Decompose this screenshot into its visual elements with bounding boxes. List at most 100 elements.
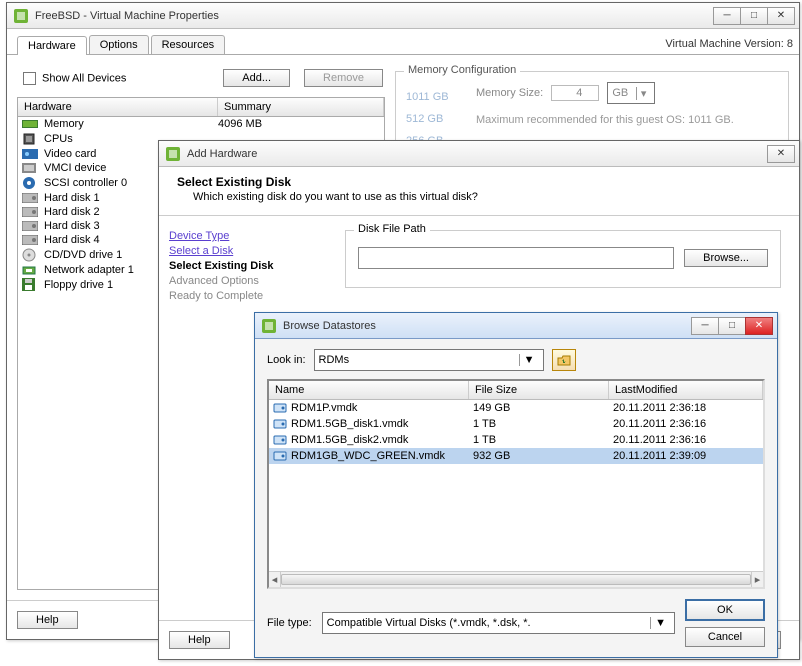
vmdk-file-icon: [273, 450, 291, 462]
filetype-label: File type:: [267, 617, 312, 629]
col-hardware[interactable]: Hardware: [18, 98, 218, 116]
browse-datastores-window: Browse Datastores ─ □ ✕ Look in: RDMs ▼ …: [254, 312, 778, 658]
hw-name: Memory: [42, 118, 218, 130]
folder-up-button[interactable]: [552, 349, 576, 371]
window-title: Add Hardware: [187, 148, 768, 160]
filetype-combo[interactable]: Compatible Virtual Disks (*.vmdk, *.dsk,…: [322, 612, 675, 634]
close-button[interactable]: ✕: [745, 317, 773, 335]
browse-button[interactable]: Browse...: [684, 249, 768, 267]
cancel-button[interactable]: Cancel: [685, 627, 765, 647]
vmdk-file-icon: [273, 402, 291, 414]
scroll-right-icon[interactable]: ▸: [751, 572, 763, 587]
vmdk-file-icon: [273, 434, 291, 446]
file-list: Name File Size LastModified RDM1P.vmdk14…: [267, 379, 765, 589]
memory-size-input[interactable]: 4: [551, 85, 599, 101]
unit-label: GB: [612, 87, 628, 99]
window-title: FreeBSD - Virtual Machine Properties: [35, 10, 714, 22]
file-name: RDM1P.vmdk: [291, 402, 473, 414]
tab-resources[interactable]: Resources: [151, 35, 226, 54]
lookin-label: Look in:: [267, 354, 306, 366]
lookin-value: RDMs: [319, 354, 350, 366]
show-all-devices-checkbox[interactable]: Show All Devices: [23, 72, 126, 85]
file-modified: 20.11.2011 2:39:09: [613, 450, 759, 462]
mem-scale-tick: 512 GB: [406, 108, 449, 130]
maximize-button[interactable]: □: [718, 317, 746, 335]
cd-icon: [22, 248, 42, 262]
help-button[interactable]: Help: [169, 631, 230, 649]
floppy-icon: [22, 278, 42, 291]
file-modified: 20.11.2011 2:36:18: [613, 402, 759, 414]
minimize-button[interactable]: ─: [691, 317, 719, 335]
titlebar[interactable]: Add Hardware ✕: [159, 141, 799, 167]
memory-size-label: Memory Size:: [476, 87, 543, 99]
add-button[interactable]: Add...: [223, 69, 290, 87]
disk-icon: [22, 221, 42, 231]
wizard-heading: Select Existing Disk: [177, 175, 781, 189]
wizard-step: Ready to Complete: [169, 290, 317, 302]
vsphere-icon: [165, 146, 181, 162]
col-size[interactable]: File Size: [469, 381, 609, 399]
file-name: RDM1.5GB_disk2.vmdk: [291, 434, 473, 446]
mem-icon: [22, 118, 42, 130]
cpu-icon: [22, 132, 42, 146]
tab-options[interactable]: Options: [89, 35, 149, 54]
file-size: 1 TB: [473, 418, 613, 430]
file-row[interactable]: RDM1P.vmdk149 GB20.11.2011 2:36:18: [269, 400, 763, 416]
scroll-left-icon[interactable]: ◂: [269, 572, 281, 587]
show-all-label: Show All Devices: [42, 72, 126, 84]
file-row[interactable]: RDM1.5GB_disk1.vmdk1 TB20.11.2011 2:36:1…: [269, 416, 763, 432]
tab-strip: Hardware Options Resources Virtual Machi…: [7, 29, 799, 55]
file-modified: 20.11.2011 2:36:16: [613, 418, 759, 430]
disk-icon: [22, 235, 42, 245]
close-button[interactable]: ✕: [767, 145, 795, 163]
file-name: RDM1GB_WDC_GREEN.vmdk: [291, 450, 473, 462]
tab-hardware[interactable]: Hardware: [17, 36, 87, 55]
wizard-step[interactable]: Device Type: [169, 230, 317, 242]
col-summary[interactable]: Summary: [218, 98, 384, 116]
memory-legend: Memory Configuration: [404, 64, 520, 76]
vsphere-icon: [261, 318, 277, 334]
file-row[interactable]: RDM1GB_WDC_GREEN.vmdk932 GB20.11.2011 2:…: [269, 448, 763, 464]
titlebar[interactable]: Browse Datastores ─ □ ✕: [255, 313, 777, 339]
window-title: Browse Datastores: [283, 320, 692, 332]
file-size: 1 TB: [473, 434, 613, 446]
disk-file-path-group: Disk File Path Browse...: [345, 230, 781, 288]
maximize-button[interactable]: □: [740, 7, 768, 25]
minimize-button[interactable]: ─: [713, 7, 741, 25]
filetype-value: Compatible Virtual Disks (*.vmdk, *.dsk,…: [327, 617, 531, 629]
vmci-icon: [22, 162, 42, 174]
memory-recommend-text: Maximum recommended for this guest OS: 1…: [476, 114, 778, 126]
disk-path-input[interactable]: [358, 247, 674, 269]
col-modified[interactable]: LastModified: [609, 381, 763, 399]
wizard-subheading: Which existing disk do you want to use a…: [177, 191, 781, 203]
file-name: RDM1.5GB_disk1.vmdk: [291, 418, 473, 430]
wizard-step[interactable]: Select a Disk: [169, 245, 317, 257]
file-modified: 20.11.2011 2:36:16: [613, 434, 759, 446]
vm-version-label: Virtual Machine Version: 8: [665, 38, 793, 54]
disk-icon: [22, 193, 42, 203]
vmdk-file-icon: [273, 418, 291, 430]
horizontal-scrollbar[interactable]: ◂ ▸: [269, 571, 763, 587]
file-size: 932 GB: [473, 450, 613, 462]
help-button[interactable]: Help: [17, 611, 78, 629]
wizard-step: Advanced Options: [169, 275, 317, 287]
ok-button[interactable]: OK: [685, 599, 765, 621]
hardware-row[interactable]: Memory4096 MB: [18, 117, 384, 131]
titlebar[interactable]: FreeBSD - Virtual Machine Properties ─ □…: [7, 3, 799, 29]
chevron-down-icon: ▼: [650, 617, 670, 629]
hw-summary: 4096 MB: [218, 118, 380, 130]
vsphere-icon: [13, 8, 29, 24]
chevron-down-icon: ▾: [636, 87, 651, 100]
lookin-combo[interactable]: RDMs ▼: [314, 349, 544, 371]
mem-scale-tick: 1011 GB: [406, 86, 449, 108]
close-button[interactable]: ✕: [767, 7, 795, 25]
path-legend: Disk File Path: [354, 223, 430, 235]
memory-unit-combo[interactable]: GB ▾: [607, 82, 655, 104]
file-row[interactable]: RDM1.5GB_disk2.vmdk1 TB20.11.2011 2:36:1…: [269, 432, 763, 448]
net-icon: [22, 264, 42, 276]
folder-up-icon: [557, 354, 571, 366]
remove-button: Remove: [304, 69, 383, 87]
col-name[interactable]: Name: [269, 381, 469, 399]
scroll-thumb[interactable]: [281, 574, 751, 585]
file-size: 149 GB: [473, 402, 613, 414]
